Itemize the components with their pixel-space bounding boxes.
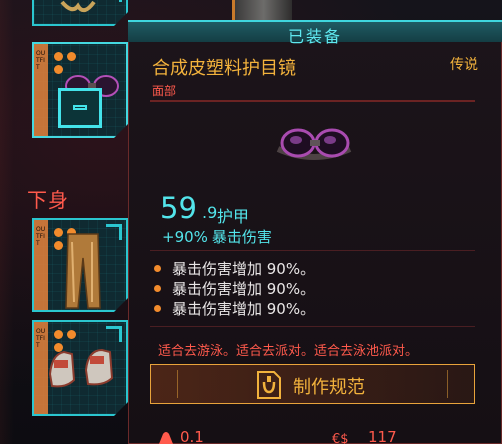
slot-corner-mark [106,326,122,342]
crit-bonus-label: 暴击伤害 [211,228,272,246]
pants-item-image [62,232,104,310]
item-rarity: 传说 [450,57,478,73]
mod-dot [67,330,76,339]
mod-dot [54,330,63,339]
slot-corner-mark [106,0,122,2]
slot-tag-text: OUTFIT [36,226,46,247]
goggles-item-image [276,128,352,160]
weight-icon [159,432,173,444]
mod-dot [54,65,63,74]
slot-tag-text: OUTFIT [36,50,46,71]
divider [150,326,475,327]
stat-text: 暴击伤害增加 90%。 [172,280,316,298]
crafting-spec-icon [257,371,281,399]
shoes-item-image [46,344,120,398]
svg-text:€$: €$ [332,432,349,444]
item-price: 117 [368,428,397,444]
slot-tag-text: OUTFIT [36,328,46,349]
slot-corner-mark [106,224,122,240]
divider [150,100,475,102]
crafting-spec-button[interactable]: 制作规范 [150,364,475,404]
top-item-art-right [232,0,292,20]
divider [150,250,475,251]
equipped-banner: 已装备 [128,20,502,46]
stat-bullet-icon [154,265,161,272]
crit-bonus-value: +90% [162,228,208,246]
item-weight: 0.1 [180,428,204,444]
mod-bar [73,105,87,110]
armor-label: 护甲 [217,207,250,226]
stat-text: 暴击伤害增加 90%。 [172,260,316,278]
edge-glow [0,0,14,444]
item-name: 合成皮塑料护目镜 [152,58,296,79]
mod-dot [67,52,76,61]
stat-text: 暴击伤害增加 90%。 [172,300,316,318]
inventory-slot-goggles[interactable]: OUTFIT [32,42,128,138]
item-slot-type: 面部 [152,84,177,98]
screen-root: OUTFIT 下身 OUTFIT OUTFIT 已装备 合成皮塑料护目镜 传说 … [0,0,502,444]
eddies-icon: €$ [332,432,349,444]
section-label-lower-body: 下身 [27,188,69,212]
armor-value: 59 [160,191,197,225]
stat-bullet-icon [154,285,161,292]
inventory-slot-shoes[interactable]: OUTFIT [32,320,128,416]
top-item-image [60,0,96,13]
armor-value-decimal: .9 [202,203,218,222]
mod-dot [54,52,63,61]
crit-damage-line: +90% 暴击伤害 [162,226,272,247]
crafting-spec-label: 制作规范 [293,377,365,398]
equipped-label: 已装备 [287,27,342,46]
stat-bullet-icon [154,305,161,312]
inventory-slot-pants[interactable]: OUTFIT [32,218,128,312]
flavor-text: 适合去游泳。适合去派对。适合去泳池派对。 [158,344,419,359]
equipped-mod-indicator [58,88,102,128]
